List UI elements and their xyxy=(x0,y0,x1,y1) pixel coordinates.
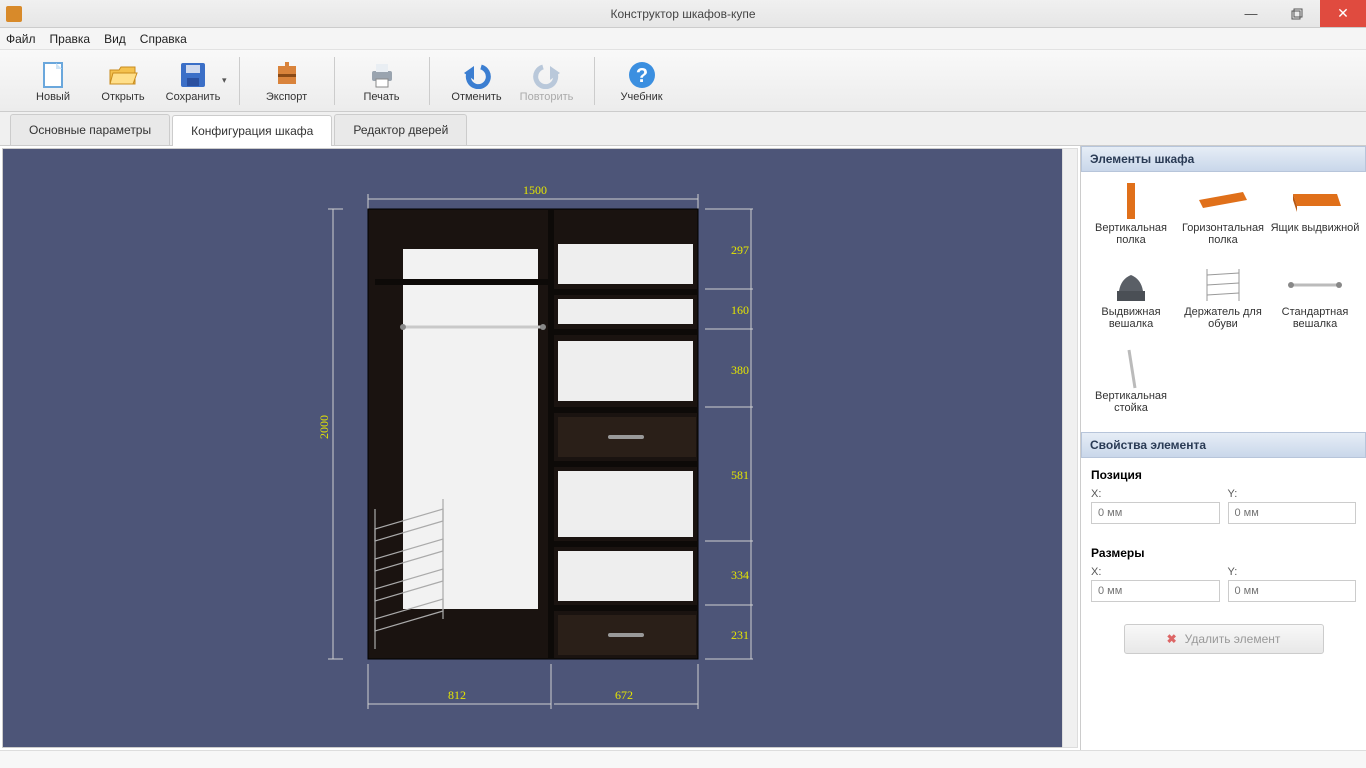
minimize-button[interactable]: — xyxy=(1228,0,1274,27)
close-button[interactable]: ✕ xyxy=(1320,0,1366,27)
pos-x-label: X: xyxy=(1091,488,1220,500)
print-label: Печать xyxy=(364,91,400,103)
redo-icon xyxy=(531,59,563,91)
props-size: Размеры X: Y: xyxy=(1081,536,1366,614)
element-pullout-hanger[interactable]: Выдвижная вешалка xyxy=(1085,260,1177,344)
element-drawer[interactable]: Ящик выдвижной xyxy=(1269,176,1361,260)
save-button[interactable]: Сохранить xyxy=(158,53,228,109)
props-position: Позиция X: Y: xyxy=(1081,458,1366,536)
horizontal-scrollbar[interactable] xyxy=(0,750,1366,768)
dim-right-w: 672 xyxy=(615,688,633,702)
dim-left-w: 812 xyxy=(448,688,466,702)
pos-y-label: Y: xyxy=(1228,488,1357,500)
delete-icon: ✖ xyxy=(1167,632,1177,646)
dim-width: 1500 xyxy=(523,183,547,197)
dim-r6: 231 xyxy=(731,628,749,642)
menubar: Файл Правка Вид Справка xyxy=(0,28,1366,50)
size-x-input[interactable] xyxy=(1091,580,1220,602)
maximize-button[interactable] xyxy=(1274,0,1320,27)
redo-label: Повторить xyxy=(520,91,574,103)
window-title: Конструктор шкафов-купе xyxy=(0,7,1366,21)
size-y-label: Y: xyxy=(1228,566,1357,578)
tab-main-params[interactable]: Основные параметры xyxy=(10,114,170,145)
menu-edit[interactable]: Правка xyxy=(50,32,91,46)
undo-button[interactable]: Отменить xyxy=(442,53,512,109)
hanger-rod-icon xyxy=(1287,264,1343,306)
export-icon xyxy=(271,59,303,91)
vertical-post-icon xyxy=(1103,348,1159,390)
element-horizontal-shelf[interactable]: Горизонтальная полка xyxy=(1177,176,1269,260)
horizontal-shelf-icon xyxy=(1195,180,1251,222)
window-controls: — ✕ xyxy=(1228,0,1366,27)
dim-r4: 581 xyxy=(731,468,749,482)
undo-label: Отменить xyxy=(451,91,501,103)
vertical-shelf-icon xyxy=(1103,180,1159,222)
canvas-wrap: 1500 2000 xyxy=(0,146,1080,750)
drawer-icon xyxy=(1287,180,1343,222)
help-icon: ? xyxy=(626,59,658,91)
undo-icon xyxy=(461,59,493,91)
export-button[interactable]: Экспорт xyxy=(252,53,322,109)
size-x-label: X: xyxy=(1091,566,1220,578)
redo-button[interactable]: Повторить xyxy=(512,53,582,109)
vertical-scrollbar[interactable] xyxy=(1062,148,1078,748)
print-icon xyxy=(366,59,398,91)
size-title: Размеры xyxy=(1091,546,1356,560)
menu-help[interactable]: Справка xyxy=(140,32,187,46)
main-area: 1500 2000 xyxy=(0,146,1366,750)
dim-height: 2000 xyxy=(317,415,331,439)
tutorial-label: Учебник xyxy=(621,91,663,103)
pos-x-input[interactable] xyxy=(1091,502,1220,524)
tutorial-button[interactable]: ? Учебник xyxy=(607,53,677,109)
open-label: Открыть xyxy=(101,91,144,103)
element-shoe-rack[interactable]: Держатель для обуви xyxy=(1177,260,1269,344)
tab-configuration[interactable]: Конфигурация шкафа xyxy=(172,115,332,146)
design-canvas[interactable]: 1500 2000 xyxy=(2,148,1078,748)
new-button[interactable]: Новый xyxy=(18,53,88,109)
pullout-hanger-icon xyxy=(1103,264,1159,306)
print-button[interactable]: Печать xyxy=(347,53,417,109)
svg-text:?: ? xyxy=(635,65,647,87)
export-label: Экспорт xyxy=(266,91,307,103)
dim-r5: 334 xyxy=(731,568,749,582)
titlebar: Конструктор шкафов-купе — ✕ xyxy=(0,0,1366,28)
position-title: Позиция xyxy=(1091,468,1356,482)
open-button[interactable]: Открыть xyxy=(88,53,158,109)
props-header: Свойства элемента xyxy=(1081,432,1366,458)
size-y-input[interactable] xyxy=(1228,580,1357,602)
save-label: Сохранить xyxy=(166,91,221,103)
dim-r2: 160 xyxy=(731,303,749,317)
save-dropdown-icon[interactable]: ▾ xyxy=(222,75,227,86)
save-icon xyxy=(177,59,209,91)
dim-r1: 297 xyxy=(731,243,749,257)
toolbar: Новый Открыть Сохранить ▾ Экспорт Печать… xyxy=(0,50,1366,112)
menu-view[interactable]: Вид xyxy=(104,32,126,46)
delete-label: Удалить элемент xyxy=(1185,632,1281,646)
element-standard-hanger[interactable]: Стандартная вешалка xyxy=(1269,260,1361,344)
dim-r3: 380 xyxy=(731,363,749,377)
new-label: Новый xyxy=(36,91,70,103)
pos-y-input[interactable] xyxy=(1228,502,1357,524)
open-icon xyxy=(107,59,139,91)
new-icon xyxy=(37,59,69,91)
menu-file[interactable]: Файл xyxy=(6,32,36,46)
element-vertical-shelf[interactable]: Вертикальная полка xyxy=(1085,176,1177,260)
elements-header: Элементы шкафа xyxy=(1081,146,1366,172)
shoe-rack-icon xyxy=(1195,264,1251,306)
element-vertical-post[interactable]: Вертикальная стойка xyxy=(1085,344,1177,428)
tab-door-editor[interactable]: Редактор дверей xyxy=(334,114,467,145)
side-panel: Элементы шкафа Вертикальная полка Горизо… xyxy=(1080,146,1366,750)
elements-grid: Вертикальная полка Горизонтальная полка … xyxy=(1081,172,1366,432)
delete-element-button[interactable]: ✖ Удалить элемент xyxy=(1124,624,1324,654)
tab-row: Основные параметры Конфигурация шкафа Ре… xyxy=(0,112,1366,146)
